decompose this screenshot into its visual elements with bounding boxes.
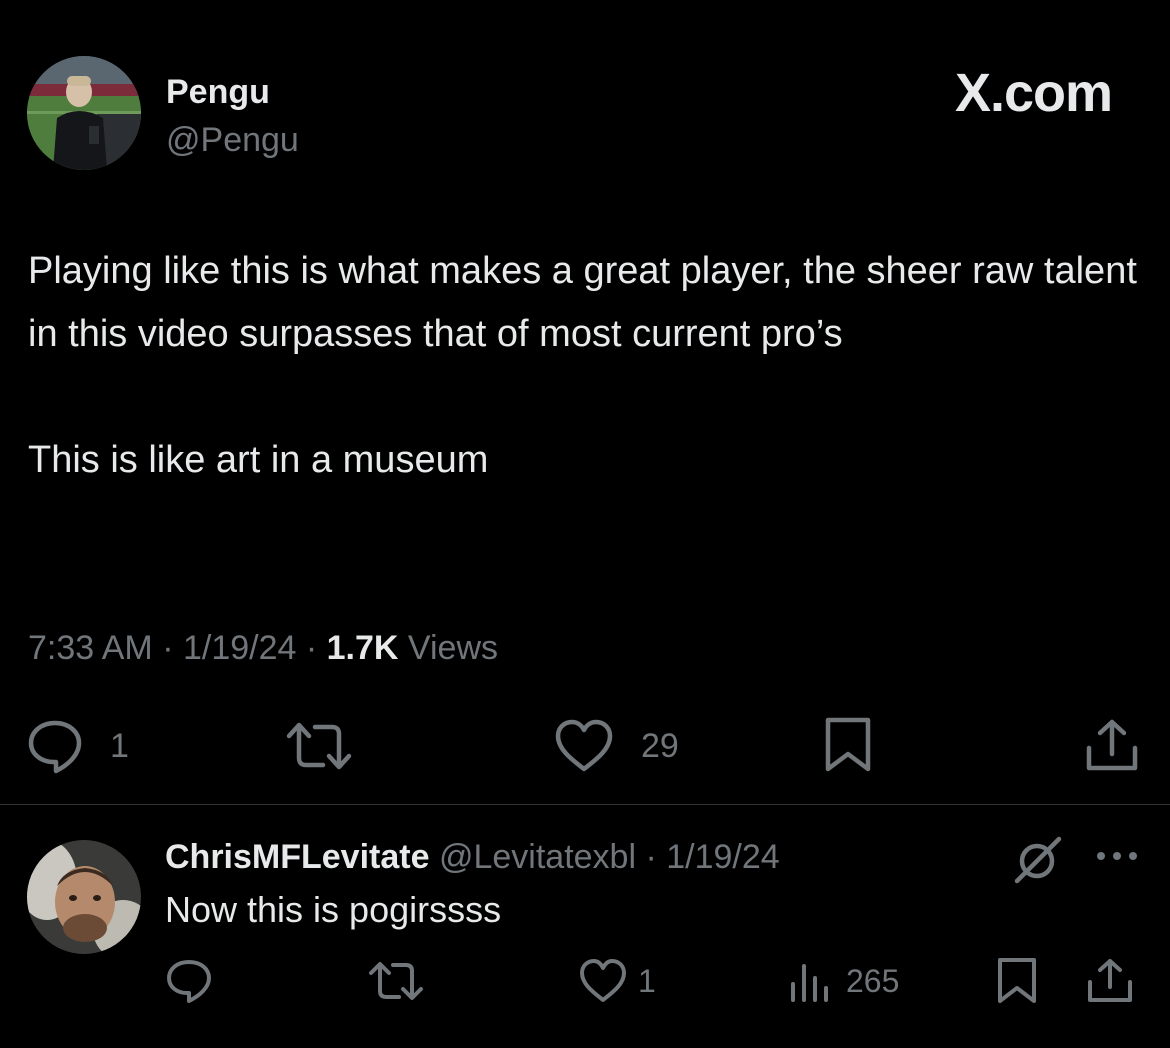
tweet-time[interactable]: 7:33 AM (28, 629, 153, 667)
reply-like-count: 1 (638, 962, 656, 999)
meta-separator: · (152, 629, 183, 667)
views-count[interactable]: 1.7K (327, 629, 399, 667)
tweet-paragraph: Playing like this is what makes a great … (28, 250, 1137, 355)
retweet-icon (286, 722, 352, 770)
author-name[interactable]: Pengu (166, 72, 270, 112)
reply-icon (28, 720, 82, 774)
bookmark-icon (998, 958, 1036, 1003)
tweet-date[interactable]: 1/19/24 (183, 629, 296, 667)
like-button[interactable]: 29 (553, 718, 679, 774)
reply-header: ChrisMFLevitate @Levitatexbl · 1/19/24 (165, 836, 780, 878)
reply-button[interactable]: 1 (26, 718, 129, 774)
share-icon (1088, 959, 1132, 1002)
reply-like-button[interactable]: 1 (578, 958, 656, 1004)
author-handle[interactable]: @Pengu (166, 120, 299, 160)
reply-views-button[interactable]: 265 (788, 958, 899, 1004)
heart-icon (580, 959, 626, 1002)
reply-share-button[interactable] (1086, 958, 1134, 1004)
reply-icon (167, 960, 211, 1003)
views-label: Views (398, 629, 498, 667)
avatar-image (27, 840, 141, 954)
reply-bookmark-button[interactable] (995, 955, 1039, 1005)
brand-logo-text: X.com (954, 63, 1113, 123)
share-button[interactable] (1084, 718, 1140, 774)
reply-views-count: 265 (846, 962, 900, 999)
divider (0, 804, 1170, 805)
reply-reply-button[interactable] (165, 958, 213, 1004)
reply-date[interactable]: 1/19/24 (666, 838, 779, 876)
reply-text: Now this is pogirssss (165, 889, 502, 930)
bookmark-icon (825, 717, 871, 772)
reply-avatar[interactable] (27, 840, 141, 954)
views-icon (791, 964, 828, 1002)
grok-icon[interactable] (1012, 834, 1064, 886)
more-icon[interactable] (1094, 848, 1140, 864)
heart-icon (555, 719, 613, 772)
avatar-image (27, 56, 141, 170)
reply-author-handle[interactable]: @Levitatexbl (430, 838, 636, 876)
tweet-text: Playing like this is what makes a great … (28, 240, 1148, 492)
reply-count: 1 (110, 726, 129, 765)
author-avatar[interactable] (27, 56, 141, 170)
meta-separator: · (636, 838, 667, 876)
retweet-button[interactable] (285, 718, 353, 774)
bookmark-button[interactable] (822, 714, 874, 774)
tweet-paragraph: This is like art in a museum (28, 439, 489, 481)
share-icon (1086, 719, 1138, 771)
reply-author-name[interactable]: ChrisMFLevitate (165, 838, 430, 876)
reply-retweet-button[interactable] (368, 958, 424, 1004)
tweet-meta: 7:33 AM · 1/19/24 · 1.7K Views (28, 626, 498, 670)
meta-separator: · (296, 629, 327, 667)
retweet-icon (369, 962, 423, 1000)
like-count: 29 (641, 726, 679, 765)
